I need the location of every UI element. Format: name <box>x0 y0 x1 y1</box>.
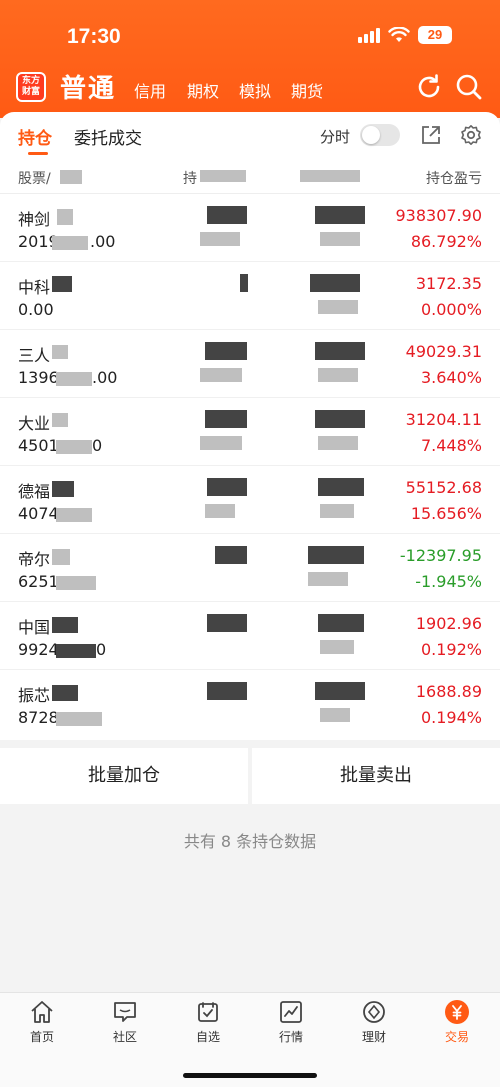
profit-loss-amount: 31204.11 <box>405 410 482 429</box>
stock-quantity: 8728 <box>18 708 59 727</box>
bottom-tab-label: 首页 <box>29 1030 54 1044</box>
app-logo: 东方 财富 <box>16 72 46 102</box>
header-position-pl: 持仓盈亏 <box>426 171 482 187</box>
bottom-tab-wealth[interactable]: 理财 <box>344 999 404 1045</box>
timeshare-label: 分时 <box>319 128 350 146</box>
profit-loss-percent: 0.000% <box>420 300 482 319</box>
profit-loss-percent: -1.945% <box>415 572 482 591</box>
position-row[interactable]: 中国 9924 0 1902.96 0.192% <box>0 602 500 670</box>
profit-loss-amount: 49029.31 <box>405 342 482 361</box>
batch-add-button[interactable]: 批量加仓 <box>0 748 248 804</box>
stock-name: 振芯 <box>18 686 51 705</box>
bottom-tab-watchlist[interactable]: 自选 <box>178 999 238 1045</box>
stock-quantity: 4501 <box>18 436 59 455</box>
bottom-tab-trade[interactable]: 交易 <box>427 999 487 1045</box>
bottom-tab-label: 交易 <box>444 1030 469 1044</box>
position-row[interactable]: 大业 4501 0 31204.11 7.448% <box>0 398 500 466</box>
profit-loss-amount: 1902.96 <box>415 614 482 633</box>
stock-quantity-tail: 0 <box>96 640 107 659</box>
stock-name: 中科 <box>18 278 51 297</box>
chat-bubble-icon <box>114 1002 136 1022</box>
stock-quantity: 6251 <box>18 572 59 591</box>
bottom-tab-label: 行情 <box>278 1030 303 1044</box>
mode-futures-tab[interactable]: 期货 <box>291 78 323 102</box>
home-icon <box>31 1001 53 1023</box>
bottom-tab-label: 社区 <box>112 1030 137 1044</box>
profit-loss-percent: 86.792% <box>410 232 482 251</box>
stock-quantity-tail: 0 <box>92 436 103 455</box>
position-row[interactable]: 三人 1396 .00 49029.31 3.640% <box>0 330 500 398</box>
wifi-icon <box>388 27 410 42</box>
stock-name: 德福 <box>18 482 51 501</box>
search-icon[interactable] <box>454 72 484 102</box>
status-time: 17:30 <box>67 25 121 48</box>
status-bar: 17:30 29 <box>0 22 500 52</box>
home-indicator <box>183 1073 317 1078</box>
bottom-tab-community[interactable]: 社区 <box>95 999 155 1045</box>
profit-loss-amount: 1688.89 <box>415 682 482 701</box>
market-chart-icon <box>280 1001 302 1023</box>
refresh-icon[interactable] <box>414 72 444 102</box>
stock-name: 神剑 <box>18 210 51 229</box>
stock-quantity: 1396 <box>18 368 59 387</box>
mode-normal-tab[interactable]: 普通 <box>60 68 116 105</box>
stock-quantity: 0.00 <box>18 300 54 319</box>
position-count-summary: 共有 8 条持仓数据 <box>183 832 317 851</box>
bottom-tab-label: 自选 <box>195 1030 220 1044</box>
timeshare-toggle[interactable] <box>360 124 400 146</box>
stock-name: 大业 <box>18 414 51 433</box>
stock-quantity-tail: .00 <box>90 232 116 251</box>
profit-loss-amount: 3172.35 <box>415 274 482 293</box>
bottom-tab-market[interactable]: 行情 <box>261 999 321 1045</box>
tab-orders[interactable]: 委托成交 <box>74 124 142 149</box>
profit-loss-amount: -12397.95 <box>399 546 482 565</box>
app-header: 17:30 29 东方 财富 普通 信用 期权 模拟 期货 <box>0 0 500 118</box>
stock-name: 三人 <box>18 346 51 365</box>
stock-quantity-tail: .00 <box>92 368 118 387</box>
share-external-icon[interactable] <box>420 124 442 146</box>
profit-loss-percent: 3.640% <box>420 368 482 387</box>
position-row[interactable]: 中科 0.00 3172.35 0.000% <box>0 262 500 330</box>
profit-loss-percent: 0.194% <box>420 708 482 727</box>
position-tabbar: 持仓 委托成交 分时 <box>0 112 500 158</box>
position-row[interactable]: 帝尔 6251 -12397.95 -1.945% <box>0 534 500 602</box>
stock-quantity: 9924 <box>18 640 59 659</box>
trade-mode-nav: 东方 财富 普通 信用 期权 模拟 期货 <box>0 62 500 110</box>
stock-name: 中国 <box>18 618 51 637</box>
diamond-icon <box>363 1001 385 1023</box>
profit-loss-percent: 0.192% <box>420 640 482 659</box>
position-row[interactable]: 神剑 2019 .00 938307.90 86.792% <box>0 194 500 262</box>
cellular-signal-icon <box>358 27 380 43</box>
active-tab-indicator <box>28 152 48 155</box>
tab-positions[interactable]: 持仓 <box>18 124 52 149</box>
stock-quantity: 4074 <box>18 504 59 523</box>
table-header: 股票/ 持 持仓盈亏 <box>0 158 500 194</box>
header-stock: 股票/ <box>18 171 51 187</box>
battery-indicator: 29 <box>418 26 452 44</box>
bottom-tab-home[interactable]: 首页 <box>12 999 72 1045</box>
yuan-coin-icon <box>445 1000 469 1024</box>
profit-loss-amount: 55152.68 <box>405 478 482 497</box>
settings-gear-icon[interactable] <box>460 124 482 146</box>
header-holding: 持 <box>183 171 197 187</box>
position-row[interactable]: 德福 4074 55152.68 15.656% <box>0 466 500 534</box>
position-row[interactable]: 振芯 8728 1688.89 0.194% <box>0 670 500 738</box>
batch-sell-button[interactable]: 批量卖出 <box>252 748 500 804</box>
status-icons: 29 <box>358 26 452 44</box>
mode-options-tab[interactable]: 期权 <box>187 78 219 102</box>
watchlist-check-icon <box>198 1002 218 1022</box>
profit-loss-amount: 938307.90 <box>395 206 482 225</box>
bottom-tab-label: 理财 <box>361 1030 386 1044</box>
positions-table: 股票/ 持 持仓盈亏 神剑 2019 .00 938307.90 86.792%… <box>0 158 500 740</box>
profit-loss-percent: 7.448% <box>420 436 482 455</box>
profit-loss-percent: 15.656% <box>410 504 482 523</box>
mode-credit-tab[interactable]: 信用 <box>134 78 166 102</box>
stock-name: 帝尔 <box>18 550 51 569</box>
mode-simulation-tab[interactable]: 模拟 <box>239 78 271 102</box>
